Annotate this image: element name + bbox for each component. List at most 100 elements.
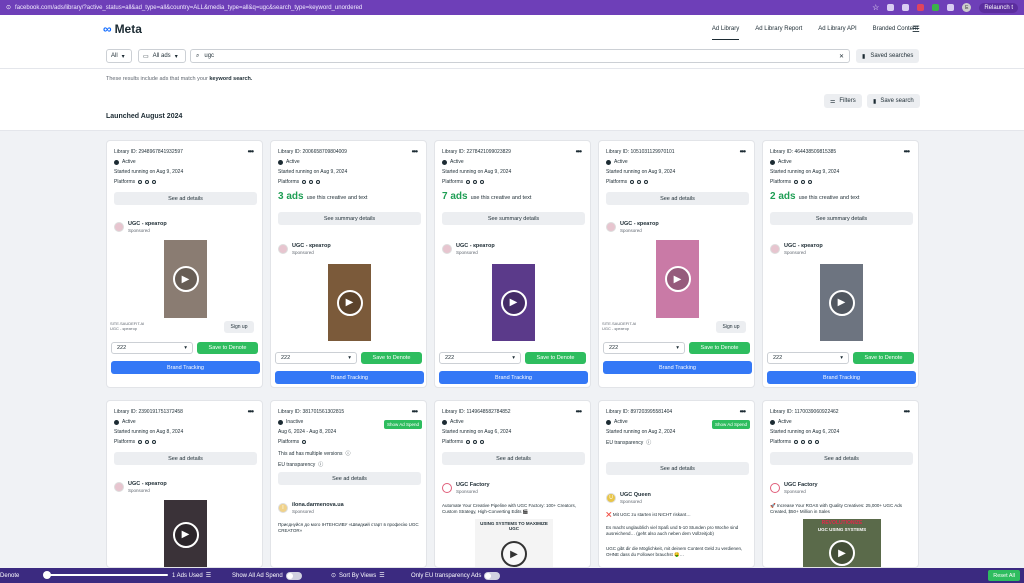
play-icon[interactable]: ▶ [336,289,363,316]
search-query[interactable]: ugc [204,53,214,59]
nav-ad-library-api[interactable]: Ad Library API [818,15,856,43]
eu-only-toggle[interactable]: Only EU transparency Ads [411,568,501,583]
advertiser-name[interactable]: UGC - креатор [128,481,167,488]
see-summary-details-button[interactable]: See summary details [442,212,585,225]
extension-icon[interactable] [932,4,940,11]
bookmark-star-icon[interactable]: ☆ [872,3,879,12]
ad-video[interactable]: ▶ [328,264,371,341]
ad-video[interactable]: ▶ [164,240,207,318]
more-options-icon[interactable]: ••• [248,147,254,156]
more-options-icon[interactable]: ••• [412,407,418,416]
advertiser-name[interactable]: UGC Queen [620,492,651,499]
extension-icon[interactable] [917,4,925,11]
brand-tracking-button[interactable]: Brand Tracking [275,371,424,384]
more-options-icon[interactable]: ••• [740,147,746,156]
show-ad-spend-button[interactable]: Show Ad Spend [711,420,750,429]
advertiser[interactable]: UGC - креатор Sponsored [442,243,495,255]
see-ad-details-button[interactable]: See ad details [442,452,585,465]
sign-up-button[interactable]: Sign up [224,321,254,333]
filters-button[interactable]: ⚌ Filters [824,94,862,108]
clear-icon[interactable]: ✕ [839,53,844,60]
advertiser-name[interactable]: ilona.darmenova.ua [292,502,344,509]
advertiser[interactable]: UGC Factory Sponsored [442,482,490,494]
ad-type-select[interactable]: ▭ All ads ▾ [138,49,186,63]
more-options-icon[interactable]: ••• [248,407,254,416]
save-to-denote-button[interactable]: Save to Denote [197,342,258,354]
more-options-icon[interactable]: ••• [576,147,582,156]
advertiser-name[interactable]: UGC - креатор [620,221,659,228]
menu-icon[interactable]: ☰ [912,24,920,35]
more-options-icon[interactable]: ••• [904,147,910,156]
meta-logo[interactable]: ∞ Meta [103,22,142,36]
advertiser[interactable]: UGC - креатор Sponsored [114,481,167,493]
toggle-switch[interactable] [285,571,302,580]
see-ad-details-button[interactable]: See ad details [606,192,749,205]
advertiser-name[interactable]: UGC Factory [784,482,818,489]
ad-video[interactable]: ▶ [164,500,207,567]
play-icon[interactable]: ▶ [664,266,691,292]
play-icon[interactable]: ▶ [500,289,527,316]
see-ad-details-button[interactable]: See ad details [278,472,421,485]
more-options-icon[interactable]: ••• [904,407,910,416]
ad-video[interactable]: REVOLUTIONIZE UGC USING SYSTEMS ▶ [803,519,881,567]
nav-ad-library[interactable]: Ad Library [711,15,740,43]
see-ad-details-button[interactable]: See ad details [114,452,257,465]
advertiser[interactable]: UGC - креатор Sponsored [278,243,331,255]
country-select[interactable]: All ▾ [106,49,132,63]
sort-by-views-toggle[interactable]: ⊙ Sort By Views ☰ [331,568,385,583]
play-icon[interactable]: ▶ [501,541,527,567]
puzzle-icon[interactable] [947,4,955,11]
ad-video[interactable]: ▶ [492,264,535,341]
see-ad-details-button[interactable]: See ad details [770,452,913,465]
toggle-switch[interactable] [484,571,501,580]
ad-video[interactable]: ▶ [820,264,863,341]
advertiser[interactable]: UGC - креатор Sponsored [606,221,659,233]
search-input[interactable]: ⌕ ugc ✕ [190,49,850,63]
see-ad-details-button[interactable]: See ad details [114,192,257,205]
advertiser-name[interactable]: UGC - креатор [784,243,823,250]
extension-icon[interactable] [887,4,895,11]
save-to-denote-button[interactable]: Save to Denote [525,352,586,364]
ads-used-slider[interactable] [43,571,168,579]
collection-select[interactable]: 222 ▾ [275,352,357,364]
more-options-icon[interactable]: ••• [740,407,746,416]
nav-ad-library-report[interactable]: Ad Library Report [755,15,802,43]
ad-video[interactable]: USING SYSTEMS TO MAXIMIZE UGC ▶ [475,519,553,567]
more-options-icon[interactable]: ••• [412,147,418,156]
more-options-icon[interactable]: ••• [576,407,582,416]
site-info-icon[interactable]: ⊙ [6,4,11,11]
brand-tracking-button[interactable]: Brand Tracking [111,361,260,374]
advertiser-name[interactable]: UGC - креатор [128,221,167,228]
saved-searches-button[interactable]: ▮ Saved searches [856,49,920,63]
advertiser[interactable]: U UGC Queen Sponsored [606,492,651,504]
advertiser[interactable]: UGC - креатор Sponsored [770,243,823,255]
profile-avatar[interactable]: E [962,3,972,12]
url-text[interactable]: facebook.com/ads/library/?active_status=… [15,5,362,11]
advertiser[interactable]: I ilona.darmenova.ua Sponsored [278,502,344,514]
brand-tracking-button[interactable]: Brand Tracking [439,371,588,384]
advertiser-name[interactable]: UGC - креатор [292,243,331,250]
show-all-spend-toggle[interactable]: Show All Ad Spend [232,568,302,583]
collection-select[interactable]: 222 ▾ [603,342,685,354]
reset-all-button[interactable]: Reset All [988,570,1020,581]
play-icon[interactable]: ▶ [172,266,199,292]
ad-video[interactable]: ▶ [656,240,699,318]
collection-select[interactable]: 222 ▾ [111,342,193,354]
play-icon[interactable]: ▶ [829,540,855,566]
play-icon[interactable]: ▶ [828,289,855,316]
save-to-denote-button[interactable]: Save to Denote [689,342,750,354]
advertiser[interactable]: UGC - креатор Sponsored [114,221,167,233]
relaunch-button[interactable]: Relaunch t [979,2,1018,13]
collection-select[interactable]: 222 ▾ [767,352,849,364]
collection-select[interactable]: 222 ▾ [439,352,521,364]
save-to-denote-button[interactable]: Save to Denote [361,352,422,364]
see-summary-details-button[interactable]: See summary details [770,212,913,225]
save-search-button[interactable]: ▮ Save search [867,94,920,108]
play-icon[interactable]: ▶ [172,521,199,548]
show-ad-spend-button[interactable]: Show Ad Spend [383,420,422,429]
save-to-denote-button[interactable]: Save to Denote [853,352,914,364]
brand-tracking-button[interactable]: Brand Tracking [767,371,916,384]
extension-icon[interactable] [902,4,910,11]
slider-knob[interactable] [43,571,51,579]
see-summary-details-button[interactable]: See summary details [278,212,421,225]
